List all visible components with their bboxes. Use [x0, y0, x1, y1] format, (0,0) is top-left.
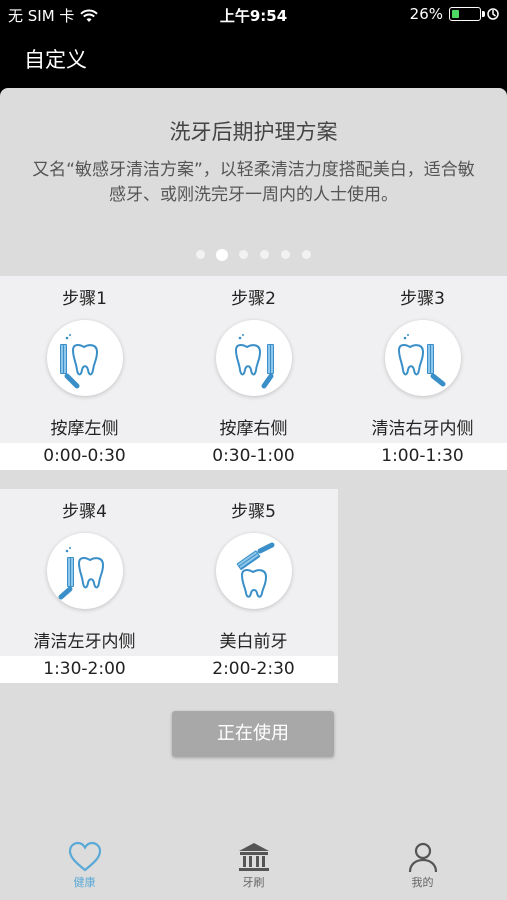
nav-bar: 自定义 [0, 30, 507, 86]
page-dot[interactable] [281, 250, 290, 259]
step-title: 步骤5 [231, 502, 276, 522]
step-card[interactable]: 步骤1 按摩左侧 0:00-0:30 [0, 276, 169, 470]
brush-front-tooth-icon [216, 533, 292, 609]
page-dot[interactable] [196, 250, 205, 259]
brush-right-tooth-icon [216, 320, 292, 396]
toothbrush-bank-icon [238, 843, 269, 871]
tab-health[interactable]: 健康 [25, 835, 145, 900]
step-name: 按摩右侧 [219, 419, 288, 439]
tab-toothbrush[interactable]: 牙刷 [194, 835, 314, 900]
page-dot-active[interactable] [217, 249, 227, 260]
page-dot[interactable] [239, 250, 248, 259]
tab-label: 健康 [73, 876, 96, 889]
step-card[interactable]: 步骤4 清洁左牙内侧 1:30-2:00 [0, 489, 169, 683]
step-time: 0:00-0:30 [0, 443, 169, 470]
tab-bar: 健康 牙刷 我的 [0, 835, 507, 900]
battery-percent: 26% [409, 5, 443, 23]
step-time: 2:00-2:30 [169, 656, 338, 683]
step-time: 0:30-1:00 [169, 443, 338, 470]
brush-right-inner-tooth-icon [385, 320, 461, 396]
page-indicator[interactable] [0, 249, 507, 260]
step-card[interactable]: 步骤5 美白前牙 2:00-2:30 [169, 489, 338, 683]
charging-lock-icon [487, 8, 499, 20]
brush-left-inner-tooth-icon [47, 533, 123, 609]
step-name: 美白前牙 [219, 632, 288, 652]
steps-row-2: 步骤4 清洁左牙内侧 1:30-2:00 步骤5 美白前牙 2:00-2:30 [0, 489, 338, 683]
page-title: 自定义 [24, 48, 87, 72]
page-dot[interactable] [302, 250, 311, 259]
tab-label: 我的 [411, 876, 434, 889]
step-card[interactable]: 步骤2 按摩右侧 0:30-1:00 [169, 276, 338, 470]
plan-sheet: 洗牙后期护理方案 又名“敏感牙清洁方案”，以轻柔清洁力度搭配美白，适合敏感牙、或… [0, 88, 507, 900]
tab-mine[interactable]: 我的 [363, 835, 483, 900]
step-name: 按摩左侧 [50, 419, 119, 439]
step-card[interactable]: 步骤3 清洁右牙内侧 1:00-1:30 [338, 276, 507, 470]
page-dot[interactable] [260, 250, 269, 259]
step-time: 1:00-1:30 [338, 443, 507, 470]
step-name: 清洁左牙内侧 [33, 632, 136, 652]
step-title: 步骤3 [400, 289, 445, 309]
heart-icon [68, 841, 101, 872]
in-use-button[interactable]: 正在使用 [172, 711, 334, 757]
step-name: 清洁右牙内侧 [371, 419, 474, 439]
status-bar: 无 SIM 卡 上午9:54 26% [0, 0, 507, 30]
step-title: 步骤4 [62, 502, 107, 522]
plan-title: 洗牙后期护理方案 [169, 120, 338, 144]
person-icon [408, 842, 437, 873]
status-right: 26% [410, 5, 499, 23]
step-title: 步骤2 [231, 289, 276, 309]
step-time: 1:30-2:00 [0, 656, 169, 683]
tab-label: 牙刷 [242, 876, 265, 889]
battery-icon [449, 7, 485, 21]
steps-row-1: 步骤1 按摩左侧 0:00-0:30 步骤2 按摩右侧 0:30-1:00 步骤… [0, 276, 507, 470]
plan-description: 又名“敏感牙清洁方案”，以轻柔清洁力度搭配美白，适合敏感牙、或刚洗完牙一周内的人… [32, 160, 475, 205]
brush-left-tooth-icon [47, 320, 123, 396]
step-title: 步骤1 [62, 289, 107, 309]
